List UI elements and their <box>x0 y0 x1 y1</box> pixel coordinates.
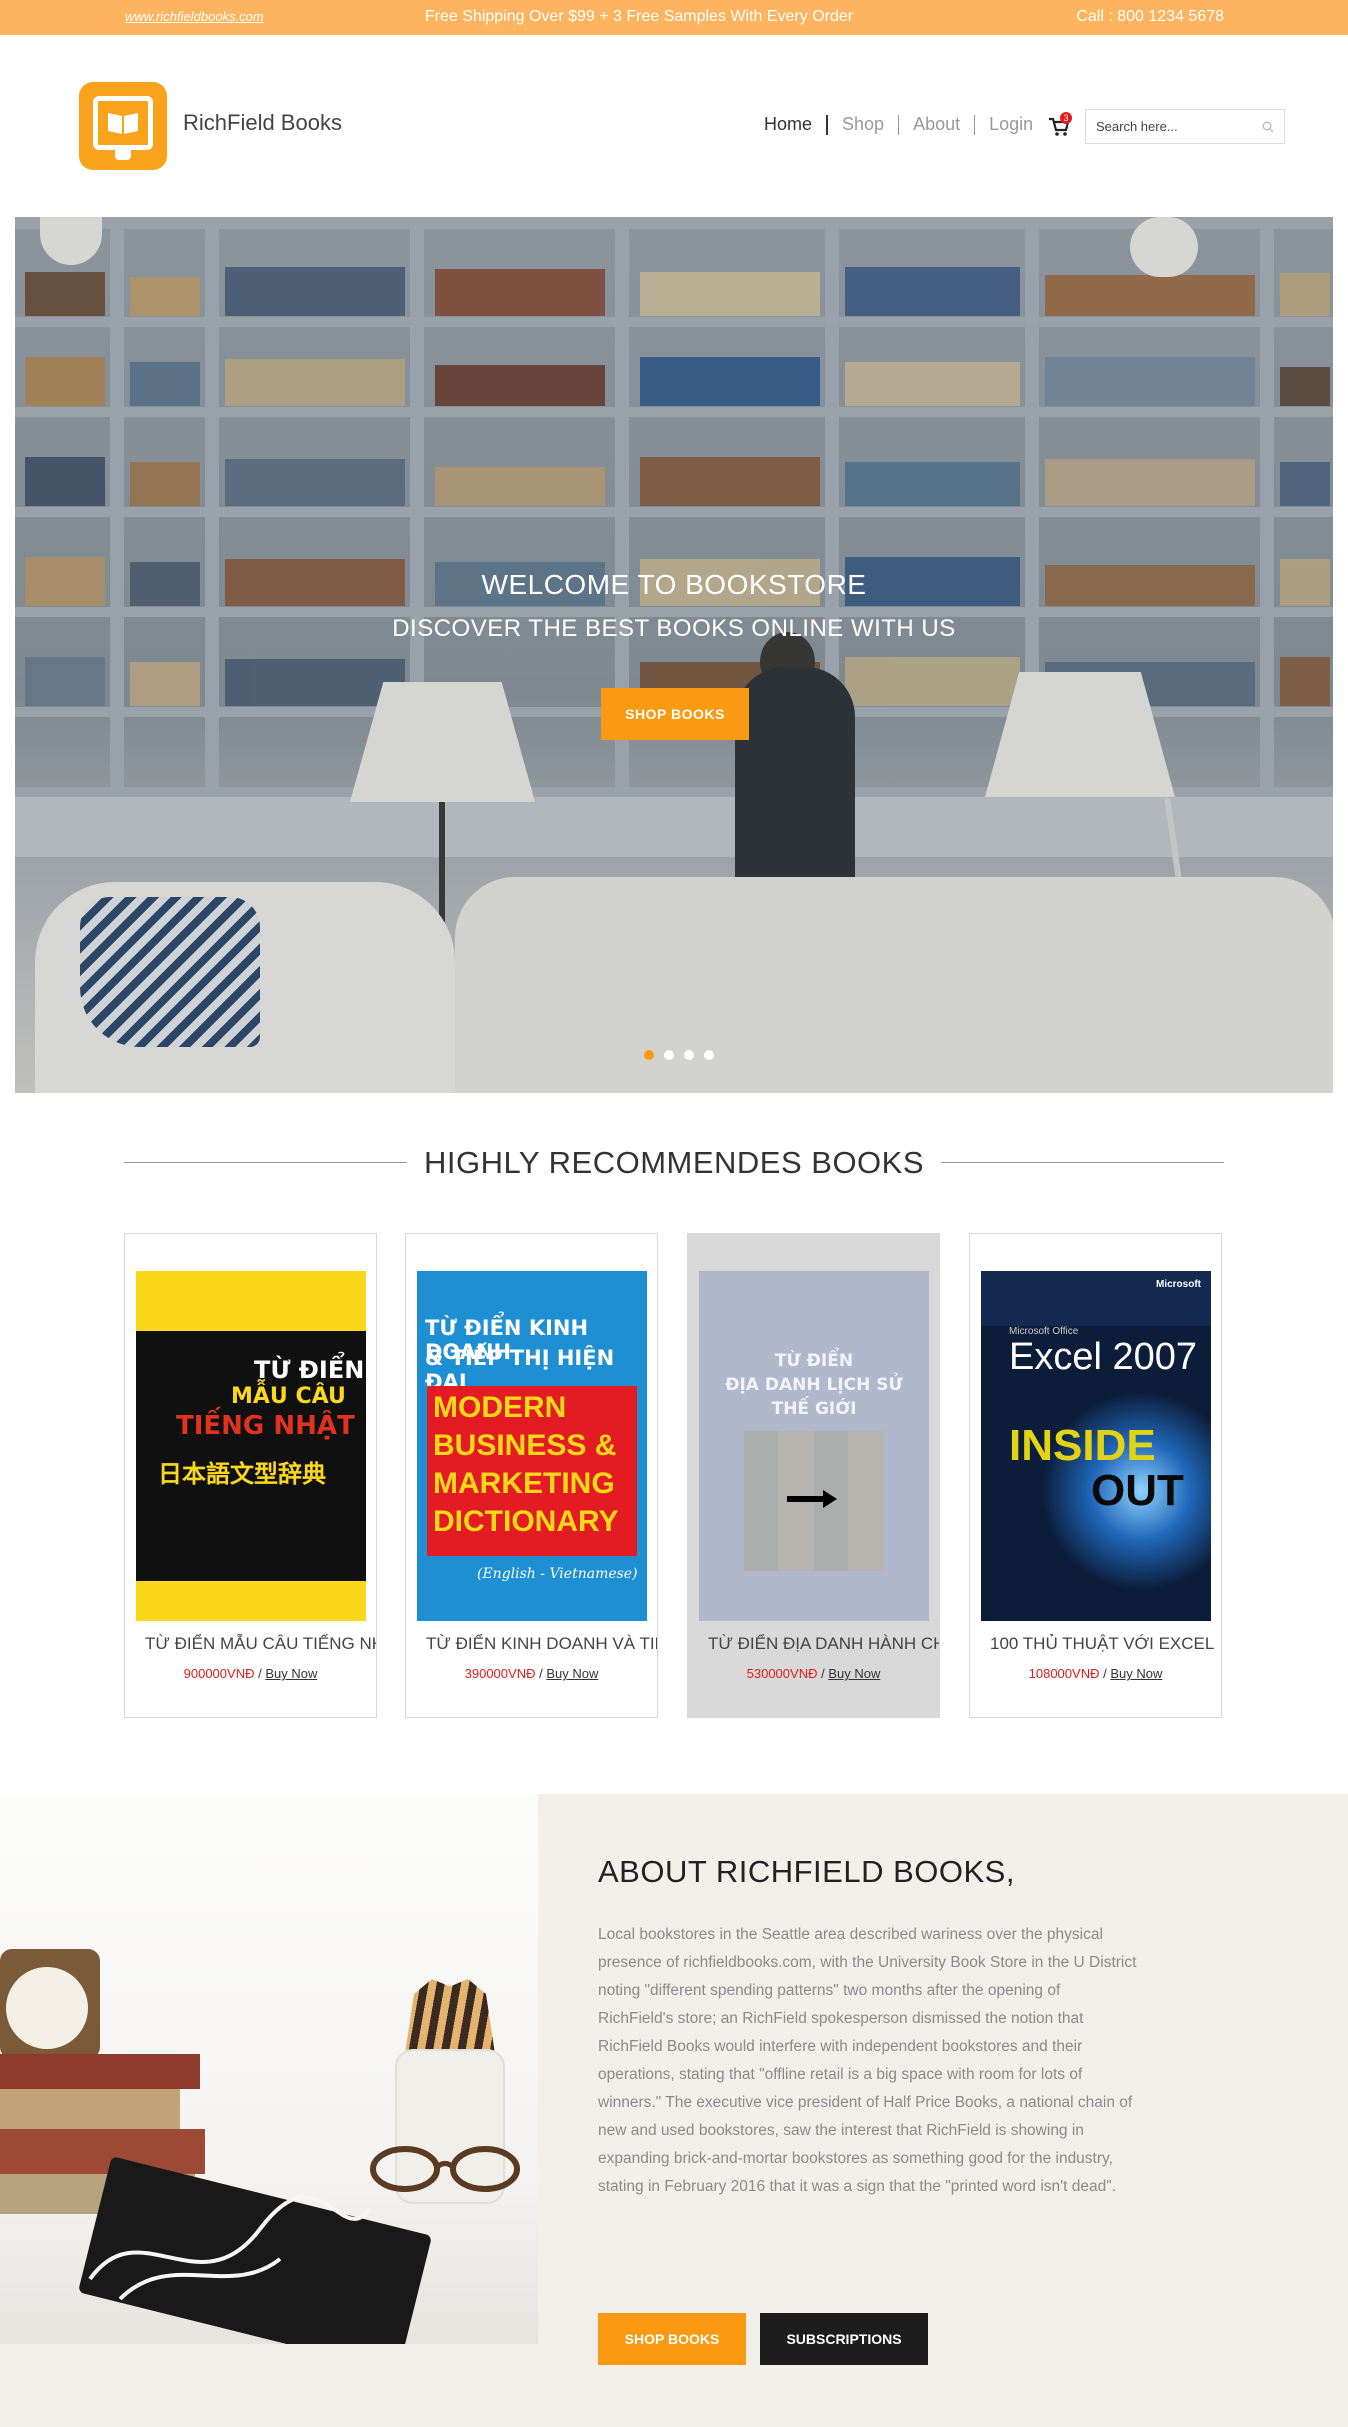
product-card[interactable]: Microsoft Microsoft Office Excel 2007 IN… <box>969 1233 1222 1718</box>
book-icon <box>108 113 138 134</box>
book-title[interactable]: 100 THỦ THUẬT VỚI EXCEL <box>970 1634 1221 1654</box>
phone-number: Call : 800 1234 5678 <box>1076 8 1224 25</box>
cover-text: TỪ ĐIỂN <box>254 1356 365 1384</box>
search-box <box>1085 109 1285 144</box>
logo-stem <box>115 150 131 160</box>
slider-dot[interactable] <box>684 1050 694 1060</box>
hero-subtitle: DISCOVER THE BEST BOOKS ONLINE WITH US <box>392 615 956 642</box>
book-stack <box>0 2129 205 2174</box>
cover-text: OUT <box>1091 1466 1184 1515</box>
about-text: Local bookstores in the Seattle area des… <box>598 1926 1137 2195</box>
book-price: 108000VNĐ <box>1028 1666 1100 1681</box>
book-title[interactable]: TỪ ĐIỂN ĐỊA DANH HÀNH CHÍNH <box>688 1634 939 1654</box>
cover-text: (English - Vietnamese) <box>477 1566 638 1582</box>
book-cover[interactable]: Microsoft Microsoft Office Excel 2007 IN… <box>981 1271 1211 1621</box>
search-input[interactable] <box>1086 110 1251 143</box>
clock-icon <box>0 1949 100 2059</box>
product-card[interactable]: TỪ ĐIỂN KINH DOANH & TIẾP THỊ HIỆN ĐẠI M… <box>405 1233 658 1718</box>
shop-books-button[interactable]: SHOP BOOKS <box>601 688 749 740</box>
book-cover[interactable]: TỪ ĐIỂN MẪU CÂU TIẾNG NHẬT 日本語文型辞典 <box>136 1271 366 1621</box>
cover-text: BUSINESS & <box>433 1429 617 1462</box>
pencils <box>405 1979 495 2054</box>
hero-slider: WELCOME TO BOOKSTORE DISCOVER THE BEST B… <box>15 217 1333 1093</box>
cover-text: Microsoft <box>1156 1279 1201 1290</box>
cover-text: Excel 2007 <box>1009 1336 1198 1378</box>
search-icon[interactable] <box>1262 121 1274 133</box>
book-price: 530000VNĐ <box>746 1666 818 1681</box>
buy-now-link[interactable]: Buy Now <box>265 1666 317 1681</box>
subscriptions-button[interactable]: SUBSCRIPTIONS <box>760 2313 928 2365</box>
book-price: 390000VNĐ <box>464 1666 536 1681</box>
main-nav: Home Shop About Login <box>750 114 1047 135</box>
cart-count-badge: 3 <box>1060 112 1072 124</box>
cover-text: MẪU CÂU <box>231 1384 346 1409</box>
book-cover[interactable]: TỪ ĐIỂN ĐỊA DANH LỊCH SỬ THẾ GIỚI <box>699 1271 929 1621</box>
buy-now-link[interactable]: Buy Now <box>828 1666 880 1681</box>
slider-dot[interactable] <box>704 1050 714 1060</box>
arrow-icon <box>823 1490 837 1508</box>
arrow-icon <box>787 1496 827 1502</box>
section-title: HIGHLY RECOMMENDES BOOKS <box>423 1145 925 1180</box>
product-card[interactable]: TỪ ĐIỂN MẪU CÂU TIẾNG NHẬT 日本語文型辞典 TỪ ĐI… <box>124 1233 377 1718</box>
buy-now-link[interactable]: Buy Now <box>1110 1666 1162 1681</box>
about-section: ABOUT RICHFIELD BOOKS, Local bookstores … <box>0 1794 1348 2427</box>
about-title: ABOUT RICHFIELD BOOKS, <box>598 1854 1015 1889</box>
clock-face <box>6 1967 88 2049</box>
nav-home[interactable]: Home <box>750 114 826 135</box>
book-cover[interactable]: TỪ ĐIỂN KINH DOANH & TIẾP THỊ HIỆN ĐẠI M… <box>417 1271 647 1621</box>
cover-text: MODERN <box>433 1391 567 1424</box>
cover-text: MARKETING <box>433 1467 615 1500</box>
cover-text: INSIDE <box>1009 1421 1156 1470</box>
cover-text: ĐỊA DANH LỊCH SỬ <box>725 1375 903 1395</box>
slider-dot[interactable] <box>664 1050 674 1060</box>
price-line: 530000VNĐ / Buy Now <box>688 1666 939 1681</box>
cover-text: 日本語文型辞典 <box>158 1460 326 1488</box>
about-image <box>0 1794 538 2344</box>
slider-dot[interactable] <box>644 1050 654 1060</box>
earphones-icon <box>88 2194 372 2301</box>
cover-fade <box>699 1271 929 1621</box>
cover-text: TIẾNG NHẬT <box>176 1411 355 1441</box>
buy-now-link[interactable]: Buy Now <box>546 1666 598 1681</box>
book-stack <box>0 2089 180 2129</box>
book-title[interactable]: TỪ ĐIỂN MẪU CÂU TIẾNG NHẬT <box>125 1634 376 1654</box>
shop-books-button[interactable]: SHOP BOOKS <box>598 2313 746 2365</box>
price-line: 900000VNĐ / Buy Now <box>125 1666 376 1681</box>
nav-about[interactable]: About <box>899 114 974 135</box>
glasses-icon <box>370 2146 520 2192</box>
top-bar: www.richfieldbooks.com Free Shipping Ove… <box>0 0 1348 35</box>
price-line: 108000VNĐ / Buy Now <box>970 1666 1221 1681</box>
heading-rule <box>941 1162 1224 1163</box>
price-line: 390000VNĐ / Buy Now <box>406 1666 657 1681</box>
book-price: 900000VNĐ <box>183 1666 255 1681</box>
cover-text: TỪ ĐIỂN <box>774 1351 854 1371</box>
brand-name[interactable]: RichField Books <box>183 110 342 136</box>
cover-text: DICTIONARY <box>433 1505 619 1538</box>
section-heading: HIGHLY RECOMMENDES BOOKS <box>124 1142 1224 1182</box>
book-title[interactable]: TỪ ĐIỂN KINH DOANH VÀ TIẾP THỊ HIỆN ĐẠI <box>406 1634 657 1654</box>
hero-overlay <box>15 217 1333 1093</box>
logo[interactable] <box>79 82 167 170</box>
book-stack <box>0 2054 200 2089</box>
nav-login[interactable]: Login <box>975 114 1047 135</box>
hero-title: WELCOME TO BOOKSTORE <box>481 569 867 600</box>
cover-text: THẾ GIỚI <box>771 1399 857 1419</box>
product-card[interactable]: TỪ ĐIỂN ĐỊA DANH LỊCH SỬ THẾ GIỚI TỪ ĐIỂ… <box>687 1233 940 1718</box>
slider-dots <box>639 1050 719 1060</box>
nav-shop[interactable]: Shop <box>828 114 898 135</box>
